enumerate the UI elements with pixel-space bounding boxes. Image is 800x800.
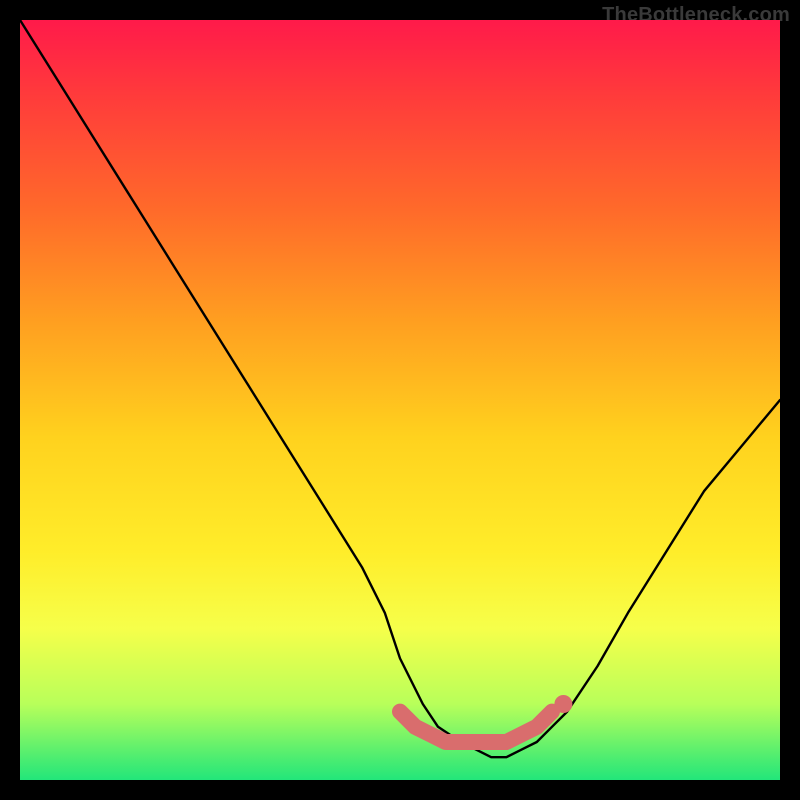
optimal-band-marker <box>400 712 552 742</box>
optimal-band-end-dot <box>554 695 572 713</box>
plot-area <box>20 20 780 780</box>
curve-layer <box>20 20 780 780</box>
bottleneck-curve <box>20 20 780 757</box>
chart-frame: TheBottleneck.com <box>0 0 800 800</box>
